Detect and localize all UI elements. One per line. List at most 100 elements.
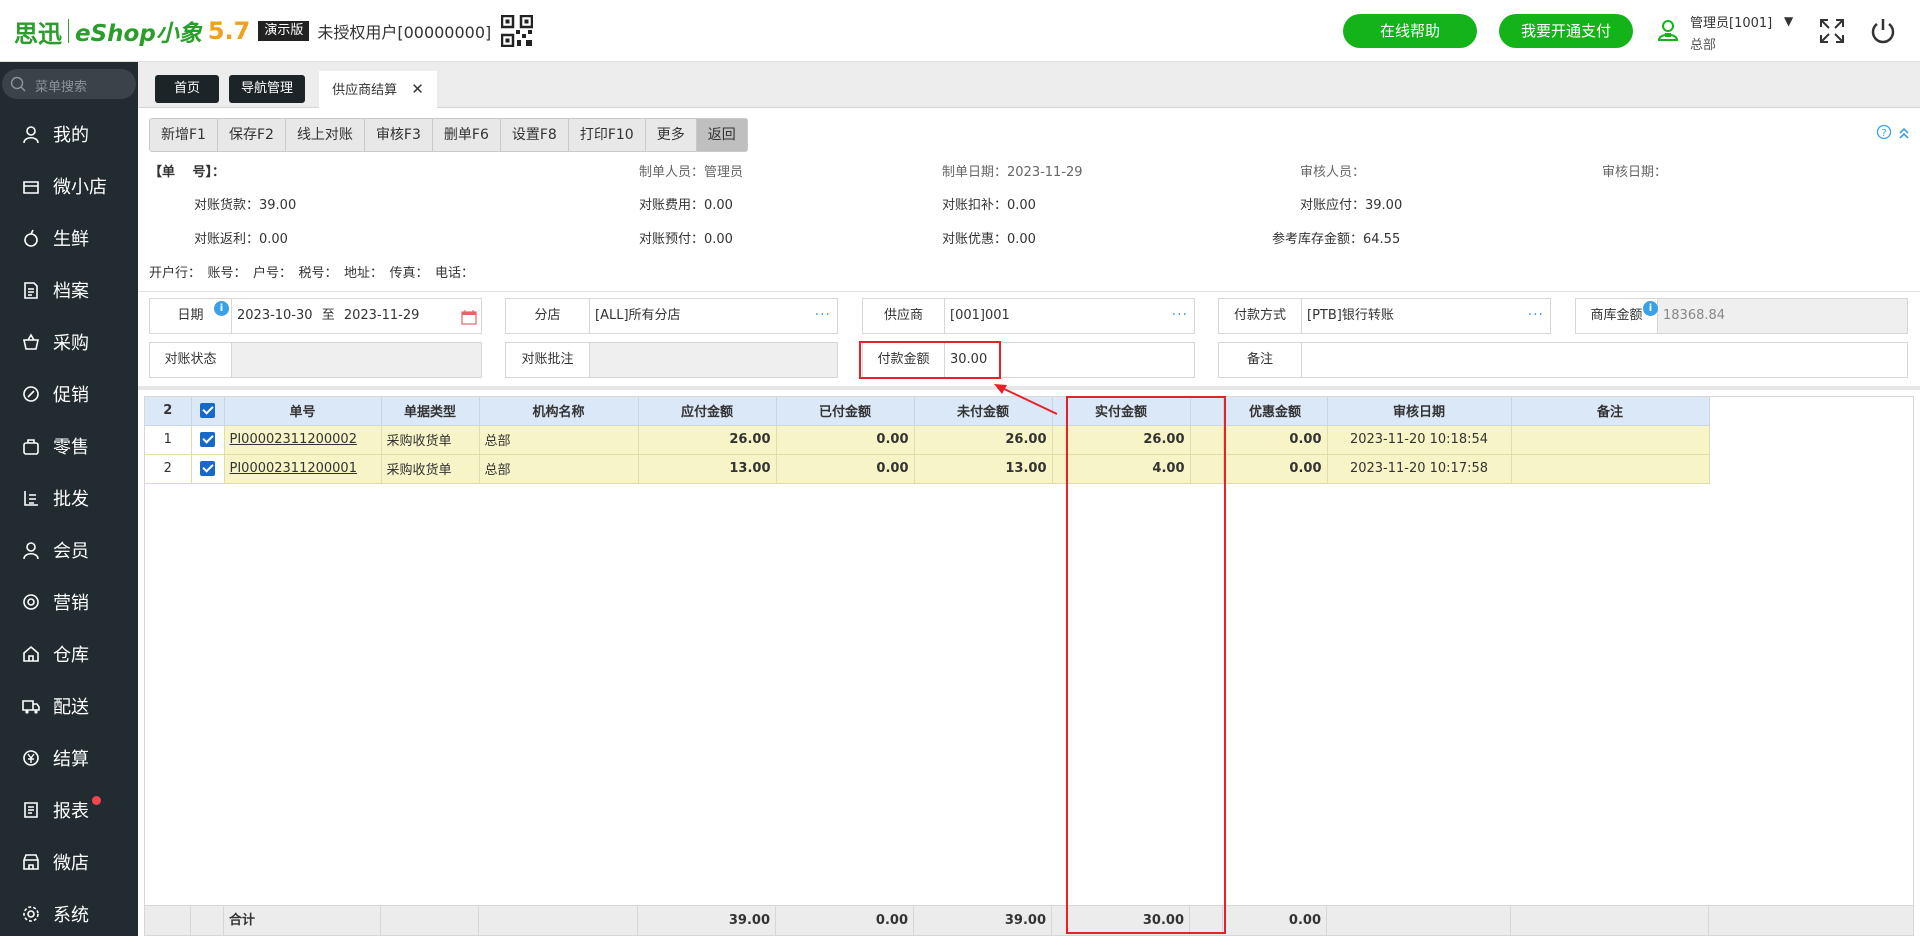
settings-button[interactable]: 设置F8: [501, 119, 569, 151]
sidebar-item-2[interactable]: 生鲜: [0, 218, 138, 258]
new-button[interactable]: 新增F1: [150, 119, 218, 151]
col-doc-no[interactable]: 单号: [224, 397, 382, 426]
branch-field[interactable]: 分店 [ALL]所有分店 ···: [505, 298, 838, 334]
sidebar-item-label: 报表: [53, 801, 89, 822]
col-due-amount[interactable]: 应付金额: [638, 397, 777, 426]
sidebar-item-label: 会员: [53, 541, 89, 562]
menu-search-input[interactable]: 菜单搜索: [2, 69, 136, 99]
doc-no-link[interactable]: PI00002311200001: [224, 454, 382, 484]
sidebar-item-4[interactable]: 采购: [0, 322, 138, 362]
calendar-icon[interactable]: [461, 309, 477, 325]
sidebar-item-14[interactable]: 微店: [0, 842, 138, 882]
col-org-name[interactable]: 机构名称: [479, 397, 639, 426]
annotation-arrow-icon: [994, 384, 1058, 415]
pay-method-label: 付款方式: [1219, 299, 1302, 333]
branch-value[interactable]: [ALL]所有分店: [590, 299, 681, 333]
sidebar-item-3[interactable]: 档案: [0, 270, 138, 310]
date-to-word: 至: [321, 308, 335, 323]
gear-icon: [23, 906, 39, 922]
menu-search-placeholder: 菜单搜索: [35, 80, 88, 95]
power-icon[interactable]: [1868, 16, 1898, 46]
top-header: 思迅 eShop小象 5.7 演示版 未授权用户[00000000] 在线帮助 …: [0, 0, 1920, 62]
sidebar-item-15[interactable]: 系统: [0, 894, 138, 934]
caret-down-icon[interactable]: ▼: [1784, 14, 1793, 28]
online-help-button[interactable]: 在线帮助: [1343, 14, 1477, 48]
sidebar-item-6[interactable]: 零售: [0, 426, 138, 466]
action-toolbar: 新增F1 保存F2 线上对账 审核F3 删单F6 设置F8 打印F10 更多 返…: [149, 118, 748, 152]
col-remark[interactable]: 备注: [1511, 397, 1710, 426]
supplier-field[interactable]: 供应商 [001]001 ···: [862, 298, 1195, 334]
pay-amount-field[interactable]: 付款金额 30.00: [862, 342, 1195, 378]
sidebar-item-13[interactable]: 报表: [0, 790, 138, 830]
print-button[interactable]: 打印F10: [569, 119, 646, 151]
footer-discount-total: 0.00: [1223, 906, 1327, 936]
supplier-value[interactable]: [001]001: [945, 299, 1010, 333]
remark-input[interactable]: [1302, 343, 1307, 377]
actual-amount-cell[interactable]: 26.00: [1052, 425, 1191, 455]
paid-amount: 0.00: [776, 425, 915, 455]
col-discount-amount[interactable]: 优惠金额: [1223, 397, 1328, 426]
col-paid-amount[interactable]: 已付金额: [776, 397, 915, 426]
col-audit-date[interactable]: 审核日期: [1327, 397, 1512, 426]
sidebar-item-8[interactable]: 会员: [0, 530, 138, 570]
delete-button[interactable]: 删单F6: [433, 119, 501, 151]
col-doc-type[interactable]: 单据类型: [381, 397, 480, 426]
recon-status-field[interactable]: 对账状态: [149, 342, 482, 378]
audit-button[interactable]: 审核F3: [365, 119, 433, 151]
remark-cell[interactable]: [1511, 425, 1710, 455]
tab-home[interactable]: 首页: [155, 75, 219, 103]
tab-nav-manage[interactable]: 导航管理: [229, 75, 305, 103]
basket-icon: [23, 333, 39, 350]
recon-note-field[interactable]: 对账批注: [505, 342, 838, 378]
pay-method-field[interactable]: 付款方式 [PTB]银行转账 ···: [1218, 298, 1551, 334]
sidebar-item-5[interactable]: 促销: [0, 374, 138, 414]
enable-payment-button[interactable]: 我要开通支付: [1499, 14, 1633, 48]
remark-field[interactable]: 备注: [1218, 342, 1908, 378]
logo-brand-cn: 思迅: [14, 19, 62, 48]
footer-due-total: 39.00: [638, 906, 776, 936]
goods-amount-info: 对账货款：39.00: [194, 198, 297, 213]
sidebar-item-1[interactable]: 微小店: [0, 166, 138, 206]
online-reconcile-button[interactable]: 线上对账: [286, 119, 365, 151]
more-dots-icon[interactable]: ···: [1172, 307, 1188, 323]
sidebar-item-10[interactable]: 仓库: [0, 634, 138, 674]
recon-status-label: 对账状态: [150, 343, 232, 377]
row-checkbox[interactable]: [191, 425, 225, 455]
discount-amount: 0.00: [1223, 425, 1328, 455]
recon-note-value: [590, 343, 837, 377]
sidebar-item-12[interactable]: 结算: [0, 738, 138, 778]
actual-amount-cell[interactable]: 4.00: [1052, 454, 1191, 484]
table-row[interactable]: 2 PI00002311200001 采购收货单 总部 13.00 0.00 1…: [145, 454, 1710, 484]
sidebar-item-9[interactable]: 营销: [0, 582, 138, 622]
row-checkbox[interactable]: [191, 454, 225, 484]
fullscreen-icon[interactable]: [1817, 16, 1847, 46]
tab-supplier-settlement-label: 供应商结算: [332, 83, 398, 98]
date-range-value[interactable]: 2023-10-30 至 2023-11-29: [232, 299, 419, 333]
date-from[interactable]: 2023-10-30: [237, 308, 313, 323]
save-button[interactable]: 保存F2: [218, 119, 286, 151]
more-button[interactable]: 更多: [646, 119, 697, 151]
date-range-field[interactable]: 日期 i 2023-10-30 至 2023-11-29: [149, 298, 482, 334]
org-name: 总部: [479, 454, 639, 484]
sidebar-item-0[interactable]: 我的: [0, 114, 138, 154]
back-button[interactable]: 返回: [696, 119, 747, 151]
pay-amount-input[interactable]: 30.00: [945, 343, 987, 377]
remark-cell[interactable]: [1511, 454, 1710, 484]
more-dots-icon[interactable]: ···: [815, 307, 831, 323]
date-to[interactable]: 2023-11-29: [344, 308, 420, 323]
col-actual-amount[interactable]: 实付金额: [1052, 397, 1191, 426]
footer-empty: [1327, 906, 1511, 936]
sidebar-item-7[interactable]: 批发: [0, 478, 138, 518]
select-all-checkbox[interactable]: [191, 397, 225, 426]
help-icon[interactable]: ?: [1876, 124, 1912, 140]
close-icon[interactable]: ✕: [411, 80, 424, 98]
sidebar-item-11[interactable]: 配送: [0, 686, 138, 726]
pay-method-value[interactable]: [PTB]银行转账: [1302, 299, 1394, 333]
qr-code-icon[interactable]: [501, 15, 534, 47]
more-dots-icon[interactable]: ···: [1528, 307, 1544, 323]
stock-amount-info: 参考库存金额：64.55: [1272, 232, 1401, 247]
doc-no-link[interactable]: PI00002311200002: [224, 425, 382, 455]
tab-supplier-settlement[interactable]: 供应商结算 ✕: [319, 71, 437, 108]
footer-empty: [381, 906, 479, 936]
table-row[interactable]: 1 PI00002311200002 采购收货单 总部 26.00 0.00 2…: [145, 425, 1710, 455]
